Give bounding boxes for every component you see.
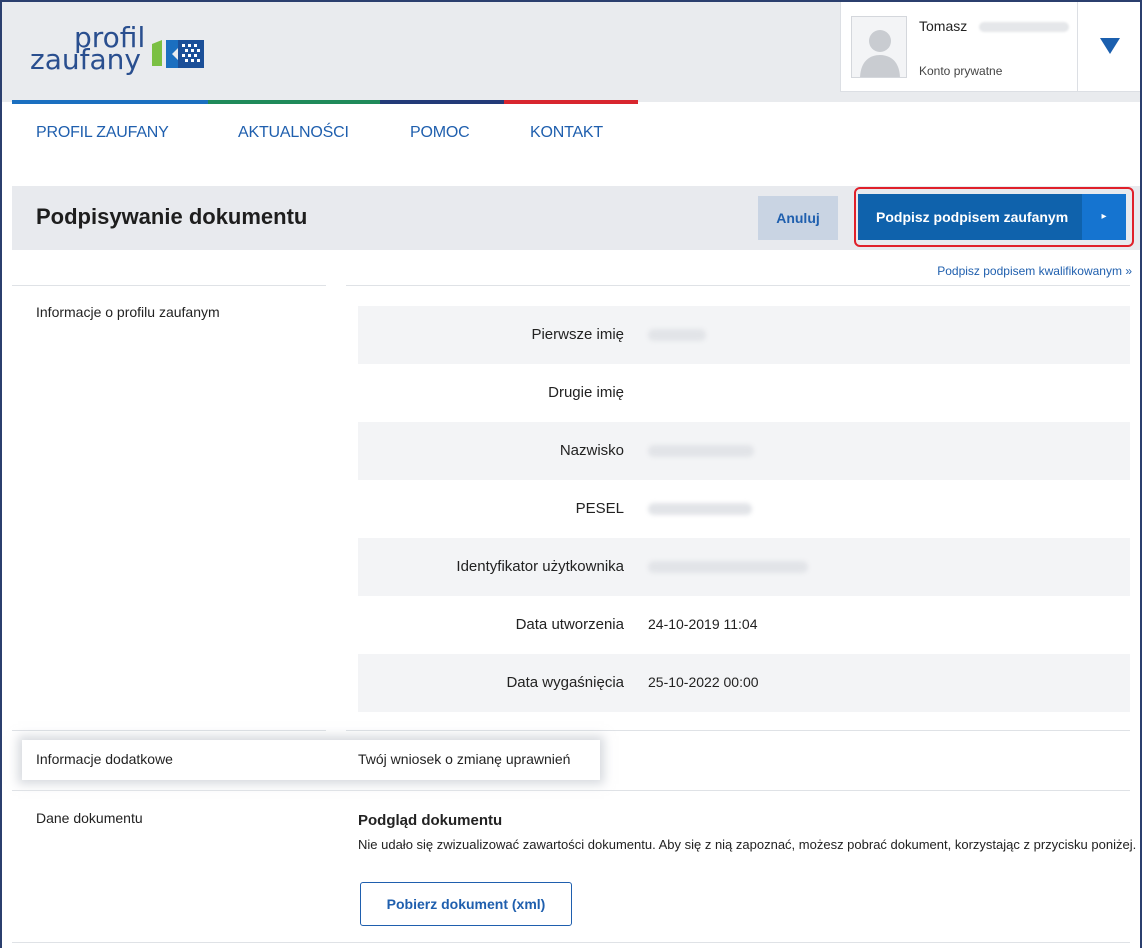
site-header: profil zaufany Tomasz Konto prywatne [2,2,1140,102]
redacted-value [648,503,752,515]
divider [346,730,1130,731]
logo-mark-icon [152,40,204,68]
divider [12,285,326,286]
play-arrow-icon[interactable]: ▸ [1082,194,1126,240]
sign-qualified-link[interactable]: Podpisz podpisem kwalifikowanym » [937,264,1132,278]
avatar-icon [851,16,907,78]
nav-aktualnosci[interactable]: AKTUALNOŚCI [238,124,349,142]
cancel-button[interactable]: Anuluj [758,196,838,240]
additional-info-label: Informacje dodatkowe [36,751,173,767]
info-key: Pierwsze imię [531,326,624,343]
info-value: 24-10-2019 11:04 [648,616,758,632]
document-section-label: Dane dokumentu [36,810,143,826]
user-surname-redacted [979,22,1069,32]
info-row-expires: Data wygaśnięcia 25-10-2022 00:00 [358,654,1130,712]
download-document-button[interactable]: Pobierz dokument (xml) [360,882,572,926]
nav-kontakt[interactable]: KONTAKT [530,124,603,142]
redacted-value [648,561,808,573]
info-row-second-name: Drugie imię [358,364,1130,422]
user-first-name: Tomasz [919,18,968,34]
info-key: Data wygaśnięcia [506,674,624,691]
user-account-box[interactable]: Tomasz Konto prywatne [840,2,1078,92]
page-title: Podpisywanie dokumentu [36,204,308,229]
info-row-first-name: Pierwsze imię [358,306,1130,364]
info-row-surname: Nazwisko [358,422,1130,480]
divider [346,285,1130,286]
additional-info-value: Twój wniosek o zmianę uprawnień [358,751,571,767]
redacted-value [648,445,754,457]
divider [12,942,1130,943]
info-row-created: Data utworzenia 24-10-2019 11:04 [358,596,1130,654]
document-preview-title: Podgląd dokumentu [358,812,503,829]
redacted-value [648,329,706,341]
info-row-user-id: Identyfikator użytkownika [358,538,1130,596]
info-key: Data utworzenia [515,616,624,633]
info-key: Drugie imię [548,384,624,401]
additional-info-row: Informacje dodatkowe Twój wniosek o zmia… [22,740,600,780]
account-type-label: Konto prywatne [919,64,1003,78]
divider [12,730,326,731]
nav-profil-zaufany[interactable]: PROFIL ZAUFANY [36,124,169,142]
divider [12,790,1130,791]
profil-zaufany-logo[interactable]: profil zaufany [30,24,230,88]
info-key: Nazwisko [559,442,624,459]
info-key: PESEL [575,500,624,517]
page-title-bar: Podpisywanie dokumentu Anuluj Podpisz po… [12,186,1140,250]
logo-text-line2: zaufany [30,43,141,76]
info-value: 25-10-2022 00:00 [648,674,759,690]
user-menu-toggle[interactable] [1078,2,1140,92]
info-key: Identyfikator użytkownika [456,558,624,575]
chevron-down-icon [1100,38,1120,54]
profile-info-section-label: Informacje o profilu zaufanym [36,304,220,320]
document-preview-message: Nie udało się zwizualizować zawartości d… [358,837,1137,852]
nav-pomoc[interactable]: POMOC [410,124,470,142]
info-row-pesel: PESEL [358,480,1130,538]
header-color-bar [12,100,638,104]
